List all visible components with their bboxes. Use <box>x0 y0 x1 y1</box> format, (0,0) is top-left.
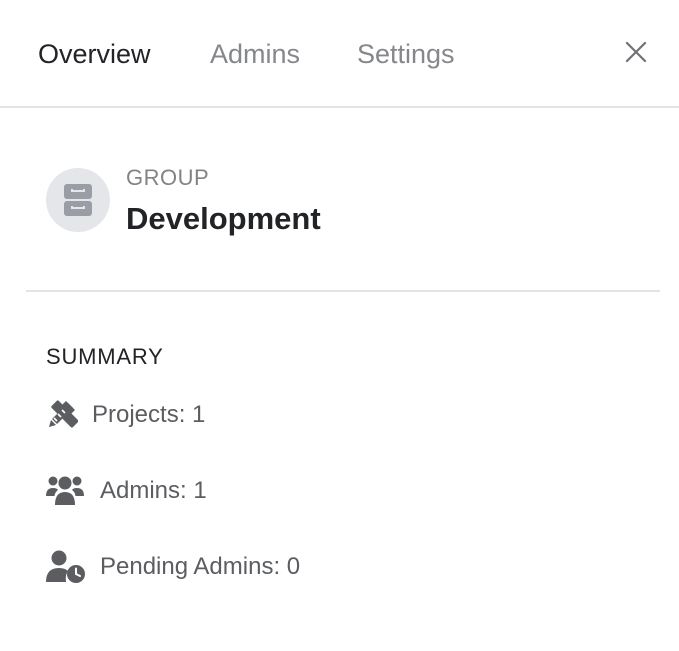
tab-overview[interactable]: Overview <box>38 38 151 70</box>
close-icon[interactable] <box>622 38 650 66</box>
group-header: GROUP Development <box>26 110 660 292</box>
summary-title: SUMMARY <box>46 344 164 369</box>
pencil-ruler-icon <box>46 398 79 435</box>
user-clock-icon <box>46 550 86 589</box>
cabinet-icon <box>64 184 92 216</box>
pending-admins-count: Pending Admins: 0 <box>100 553 301 580</box>
admins-count: Admins: 1 <box>100 477 207 504</box>
group-type-label: GROUP <box>126 165 210 190</box>
tab-admins[interactable]: Admins <box>210 38 300 70</box>
group-name: Development <box>126 201 321 236</box>
users-icon <box>46 474 84 511</box>
tab-bar: Overview Admins Settings <box>0 0 679 108</box>
group-avatar <box>46 168 110 232</box>
tab-settings[interactable]: Settings <box>357 38 455 70</box>
projects-count: Projects: 1 <box>92 401 206 428</box>
